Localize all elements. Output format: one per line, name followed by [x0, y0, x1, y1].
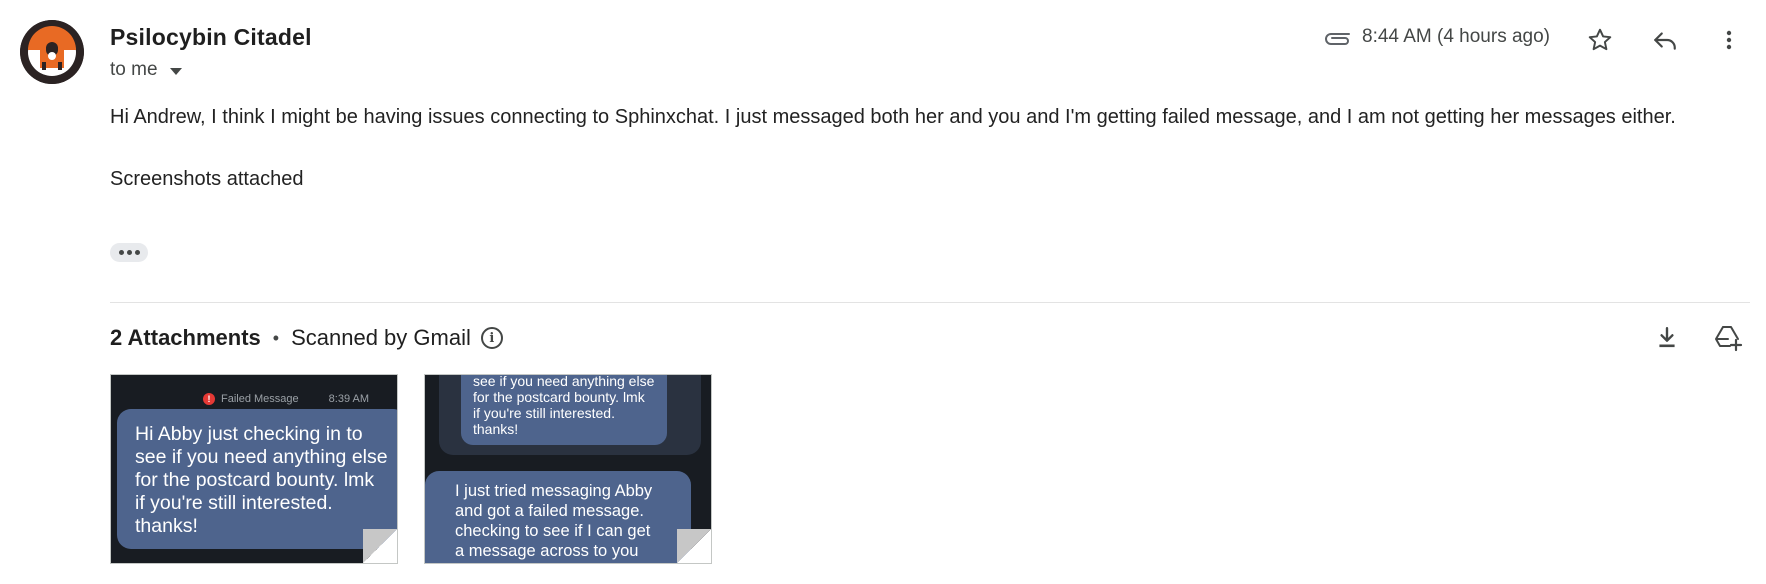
message-status: ! Failed Message 8:39 AM: [203, 393, 369, 405]
show-trimmed-content-button[interactable]: [110, 243, 148, 262]
recipient-details-toggle[interactable]: to me: [110, 59, 182, 81]
page-fold-corner: [677, 529, 711, 563]
attachment-thumbnail[interactable]: see if you need anything else for the po…: [424, 374, 712, 564]
download-all-button[interactable]: [1647, 318, 1687, 358]
dot: [126, 250, 132, 255]
info-icon[interactable]: i: [480, 327, 503, 349]
more-vert-icon: [1726, 30, 1732, 50]
message-meta: 8:44 AM (4 hours ago): [1322, 26, 1550, 48]
add-to-drive-button[interactable]: [1709, 318, 1749, 358]
more-options-button[interactable]: [1709, 20, 1749, 60]
chat-bubble: I just tried messaging Abby and got a fa…: [425, 471, 691, 563]
status-text: Failed Message: [221, 393, 299, 405]
attachments-header: 2 Attachments • Scanned by Gmail i: [110, 325, 503, 351]
recipient-label: to me: [110, 59, 158, 80]
error-icon: !: [203, 393, 215, 405]
lock-time: 8:39 AM: [328, 393, 370, 405]
body-paragraph: Hi Andrew, I think I might be having iss…: [110, 106, 1676, 128]
separator: •: [272, 327, 280, 348]
attachment-thumbnail[interactable]: ! Failed Message 8:39 AM Hi Abby just ch…: [110, 374, 398, 564]
star-icon: [1588, 28, 1612, 51]
message-timestamp: 8:44 AM (4 hours ago): [1362, 26, 1550, 47]
sender-name: Psilocybin Citadel: [110, 24, 312, 50]
chevron-down-icon: [169, 67, 182, 75]
body-paragraph: Screenshots attached: [110, 168, 304, 190]
attachments-divider: [110, 302, 1750, 303]
scanned-label: Scanned by Gmail: [291, 325, 471, 350]
dot: [118, 250, 124, 255]
chat-bubble: Hi Abby just checking in to see if you n…: [117, 409, 397, 549]
quoted-chat-bubble: see if you need anything else for the po…: [461, 375, 667, 445]
page-fold-corner: [363, 529, 397, 563]
star-button[interactable]: [1580, 20, 1620, 60]
sender-avatar[interactable]: [20, 20, 84, 84]
citadel-logo-icon: [20, 20, 84, 84]
download-icon: [1659, 327, 1675, 348]
dot: [134, 250, 140, 255]
add-to-drive-icon: [1715, 326, 1743, 352]
reply-button[interactable]: [1645, 20, 1685, 60]
message-body: Hi Andrew, I think I might be having iss…: [110, 102, 1750, 195]
paperclip-icon: [1325, 33, 1350, 45]
reply-icon: [1654, 32, 1676, 50]
attachments-count: 2 Attachments: [110, 325, 261, 350]
